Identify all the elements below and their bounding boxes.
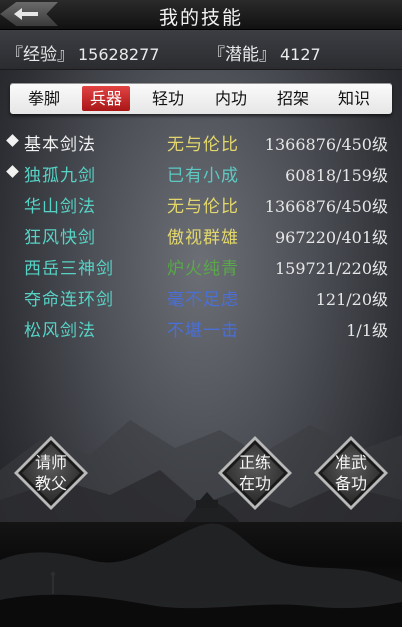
tab-inner-force[interactable]: 内功 bbox=[207, 86, 255, 111]
skill-level: 60818/159级 bbox=[285, 166, 388, 185]
tab-parry[interactable]: 招架 bbox=[269, 86, 317, 111]
selected-marker-icon bbox=[6, 165, 19, 178]
potential-stat: 『潜能』 4127 bbox=[208, 40, 321, 65]
tab-lightness[interactable]: 轻功 bbox=[144, 86, 192, 111]
skill-level: 1366876/450级 bbox=[264, 135, 388, 154]
ask-teacher-label-line1: 请师 bbox=[34, 453, 67, 472]
practicing-label-line1: 正练 bbox=[238, 453, 271, 472]
prepare-skill-button[interactable]: 准武 备功 bbox=[314, 436, 388, 510]
experience-value: 15628277 bbox=[78, 45, 160, 64]
potential-label: 『潜能』 bbox=[208, 45, 276, 65]
top-bar: 我的技能 bbox=[0, 0, 402, 30]
skill-name: 夺命连环剑 bbox=[24, 290, 114, 310]
skill-rank: 傲视群雄 bbox=[167, 228, 239, 248]
practicing-skill-button[interactable]: 正练 在功 bbox=[218, 436, 292, 510]
tab-knowledge[interactable]: 知识 bbox=[330, 86, 378, 111]
skill-level: 1/1级 bbox=[346, 321, 388, 340]
skill-row[interactable]: 华山剑法 无与伦比 1366876/450级 bbox=[0, 188, 402, 218]
skill-name: 松风剑法 bbox=[24, 321, 96, 341]
potential-value: 4127 bbox=[280, 45, 321, 64]
skill-row[interactable]: 狂风快剑 傲视群雄 967220/401级 bbox=[0, 219, 402, 249]
skill-row[interactable]: 西岳三神剑 炉火纯青 159721/220级 bbox=[0, 250, 402, 280]
skill-rank: 炉火纯青 bbox=[167, 259, 239, 279]
tab-fist[interactable]: 拳脚 bbox=[20, 86, 68, 111]
skill-name: 独孤九剑 bbox=[24, 166, 96, 186]
skills-screen: 我的技能 『经验』 15628277 『潜能』 4127 拳脚 兵器 轻功 内功 招… bbox=[0, 0, 402, 627]
skill-row[interactable]: 基本剑法 无与伦比 1366876/450级 bbox=[0, 126, 402, 156]
prepare-label-line2: 备功 bbox=[334, 474, 367, 493]
stats-bar: 『经验』 15628277 『潜能』 4127 bbox=[0, 30, 402, 70]
skill-level: 159721/220级 bbox=[274, 259, 388, 278]
skill-category-tabs: 拳脚 兵器 轻功 内功 招架 知识 bbox=[10, 83, 392, 114]
skill-name: 狂风快剑 bbox=[24, 228, 96, 248]
skill-rank: 已有小成 bbox=[167, 166, 239, 186]
skill-rank: 毫不足虑 bbox=[167, 290, 239, 310]
skill-rank: 无与伦比 bbox=[167, 135, 239, 155]
skill-name: 基本剑法 bbox=[24, 135, 96, 155]
experience-label: 『经验』 bbox=[6, 45, 74, 65]
skill-rank: 不堪一击 bbox=[167, 321, 239, 341]
page-title: 我的技能 bbox=[158, 7, 243, 29]
skill-level: 1366876/450级 bbox=[264, 197, 388, 216]
skill-level: 121/20级 bbox=[315, 290, 388, 309]
practicing-label-line2: 在功 bbox=[238, 474, 271, 493]
skill-name: 华山剑法 bbox=[24, 197, 96, 217]
skill-name: 西岳三神剑 bbox=[24, 259, 114, 279]
skill-level: 967220/401级 bbox=[274, 228, 388, 247]
selected-marker-icon bbox=[6, 134, 19, 147]
skill-row[interactable]: 夺命连环剑 毫不足虑 121/20级 bbox=[0, 281, 402, 311]
skill-row[interactable]: 独孤九剑 已有小成 60818/159级 bbox=[0, 157, 402, 187]
ask-teacher-label-line2: 教父 bbox=[34, 474, 67, 493]
tab-weapon[interactable]: 兵器 bbox=[82, 86, 130, 111]
prepare-label-line1: 准武 bbox=[334, 453, 367, 472]
skill-row[interactable]: 松风剑法 不堪一击 1/1级 bbox=[0, 312, 402, 342]
experience-stat: 『经验』 15628277 bbox=[6, 40, 159, 65]
skill-rank: 无与伦比 bbox=[167, 197, 239, 217]
ask-teacher-button[interactable]: 请师 教父 bbox=[14, 436, 88, 510]
